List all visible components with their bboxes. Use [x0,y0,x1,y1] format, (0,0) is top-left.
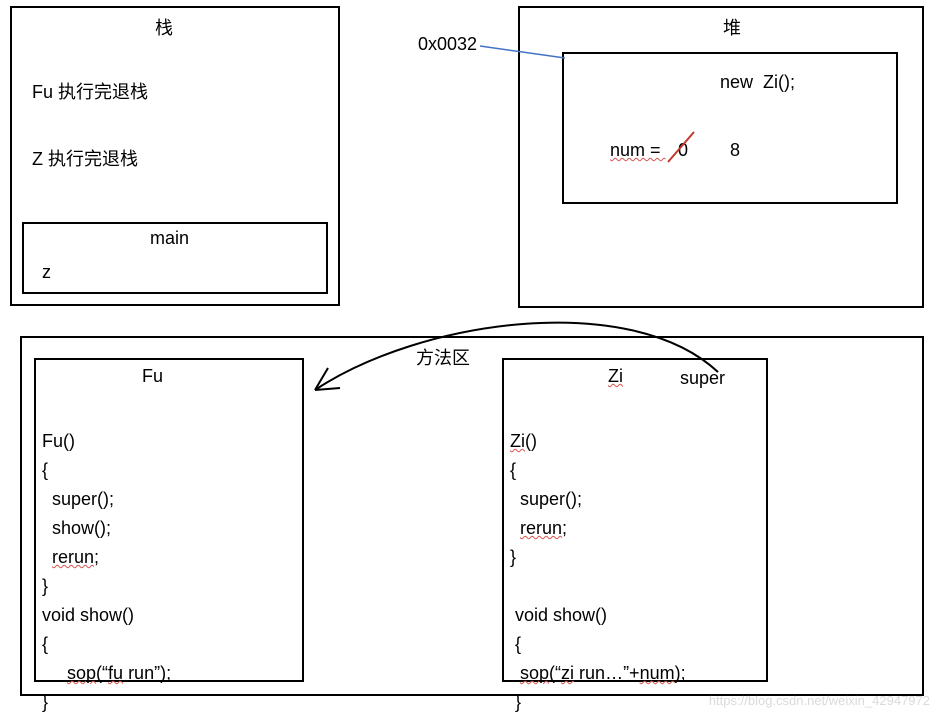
zi-code: Zi(){ super(); rerun;} void show() { sop… [510,398,686,717]
heap-num-label: num = [610,140,666,161]
stack-title: 栈 [155,14,173,40]
stack-line2: Z 执行完退栈 [32,145,138,171]
fu-code: Fu(){ super(); show(); rerun;}void show(… [42,398,171,717]
heap-title: 堆 [723,14,741,40]
stack-line1: Fu 执行完退栈 [32,78,148,104]
heap-num-new: 8 [730,140,740,161]
address-pointer-line [480,44,590,94]
strike-zero-line [666,130,696,166]
stack-frame-label: main [150,228,189,249]
heap-address: 0x0032 [418,34,477,55]
fu-name: Fu [142,366,163,387]
heap-new-expr: new Zi(); [720,72,795,93]
watermark: https://blog.csdn.net/weixin_42947972 [709,693,930,708]
super-arrow [300,300,740,410]
stack-frame-var: z [42,262,51,283]
